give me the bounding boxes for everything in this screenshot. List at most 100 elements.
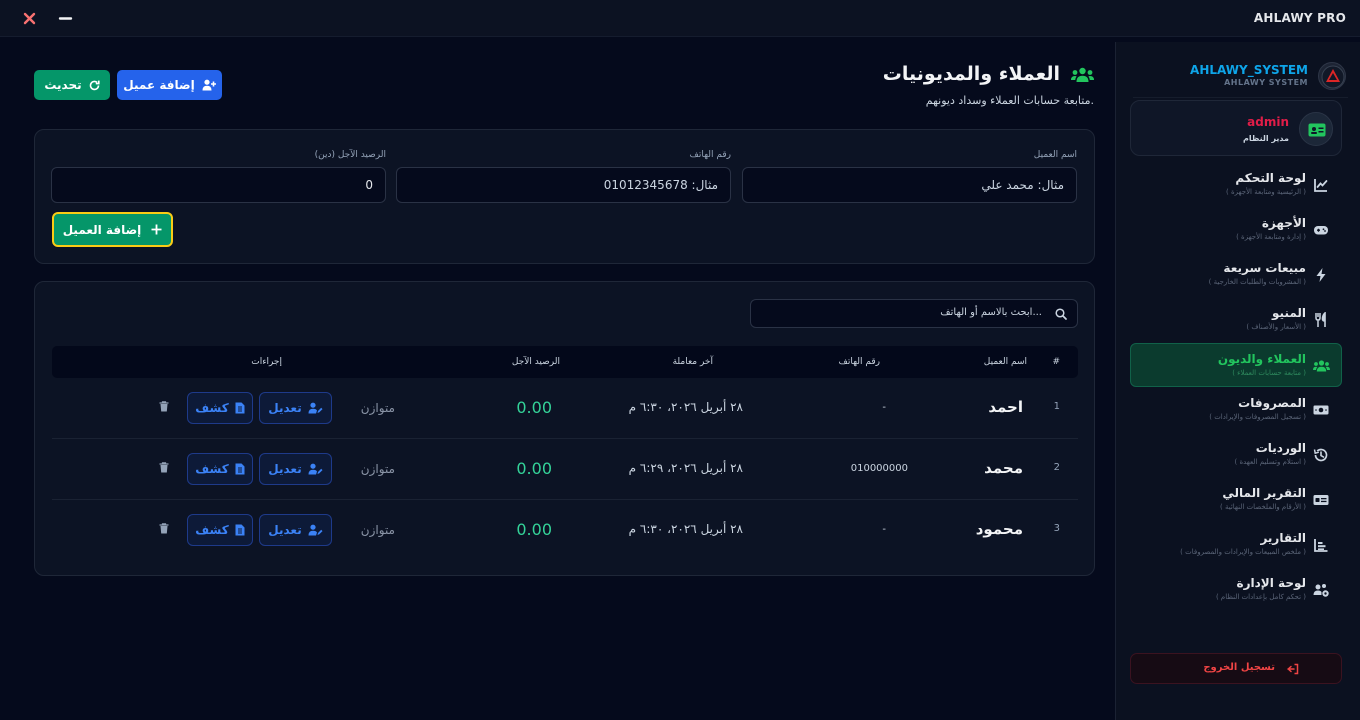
row-name: محمد (984, 459, 1023, 477)
refresh-button[interactable]: تحديث (34, 70, 110, 100)
col-phone: رقم الهاتف (838, 357, 880, 367)
table-row: 2 محمد 010000000 ٢٨ أبريل ٢٠٢٦، ٦:٢٩ م 0… (52, 439, 1078, 500)
minimize-icon[interactable] (58, 11, 73, 26)
divider (1133, 97, 1348, 98)
statement-label: كشف (195, 462, 229, 476)
trash-icon[interactable] (159, 462, 169, 473)
bar-chart-icon (1313, 537, 1329, 553)
invoice-icon (235, 463, 245, 475)
sidebar-item-sub: ( تحكم كامل بإعدادات النظام ) (1215, 593, 1306, 601)
sidebar-item-sub: ( استلام وتسليم العهدة ) (1234, 458, 1306, 466)
chart-line-icon (1313, 177, 1329, 193)
row-status: متوازن (360, 523, 395, 537)
sidebar-item-admin-panel[interactable]: لوحة الإدارة ( تحكم كامل بإعدادات النظام… (1130, 567, 1342, 611)
sidebar-item-financial-report[interactable]: التقرير المالي ( الأرقام والملخصات النها… (1130, 477, 1342, 521)
balance-input[interactable]: 0 (51, 167, 386, 203)
history-icon (1313, 447, 1329, 463)
add-client-form: اسم العميل مثال: محمد علي رقم الهاتف مثا… (34, 129, 1095, 264)
sidebar-item-reports[interactable]: التقارير ( ملخص المبيعات والإيرادات والم… (1130, 522, 1342, 566)
row-index: 3 (1053, 523, 1060, 534)
sidebar-item-sub: ( الأسعار والأصناف ) (1246, 323, 1306, 331)
brand-subtitle: AHLAWY SYSTEM (1224, 78, 1308, 87)
sidebar-item-sub: ( تسجيل المصروفات والإيرادات ) (1209, 413, 1306, 421)
phone-field-label: رقم الهاتف (689, 150, 731, 160)
search-placeholder: ابحث بالاسم أو الهاتف... (940, 307, 1042, 318)
col-last-transaction: آخر معاملة (672, 357, 713, 367)
search-icon (1055, 308, 1067, 320)
sidebar-item-sub: ( إدارة ومتابعة الأجهزة ) (1236, 233, 1306, 241)
edit-label: تعديل (268, 401, 302, 415)
sidebar-item-shifts[interactable]: الورديات ( استلام وتسليم العهدة ) (1130, 432, 1342, 476)
id-card-icon (1299, 112, 1333, 146)
submit-client-label: إضافة العميل (62, 222, 142, 237)
trash-icon[interactable] (159, 401, 169, 412)
sidebar-item-clients[interactable]: العملاء والديون ( متابعة حسابات العملاء … (1130, 343, 1342, 387)
search-input[interactable]: ابحث بالاسم أو الهاتف... (750, 299, 1078, 328)
sidebar: AHLAWY_SYSTEM AHLAWY SYSTEM admin مدير ا… (1115, 42, 1360, 720)
edit-button[interactable]: تعديل (259, 514, 332, 546)
edit-button[interactable]: تعديل (259, 392, 332, 424)
brand-name: AHLAWY_SYSTEM (1190, 63, 1308, 77)
table-header: # اسم العميل رقم الهاتف آخر معاملة الرصي… (52, 346, 1078, 378)
edit-label: تعديل (268, 523, 302, 537)
brand-logo-icon (1318, 62, 1346, 90)
sidebar-item-dashboard[interactable]: لوحة التحكم ( الرئيسية ومتابعة الأجهزة ) (1130, 162, 1342, 206)
money-icon (1313, 402, 1329, 418)
phone-input[interactable]: مثال: 01012345678 (396, 167, 731, 203)
edit-label: تعديل (268, 462, 302, 476)
row-phone: 010000000 (850, 463, 908, 474)
user-card: admin مدير النظام (1130, 100, 1342, 156)
plus-icon (151, 224, 162, 235)
balance-field-label: الرصيد الآجل (دين) (314, 150, 386, 160)
submit-client-button[interactable]: إضافة العميل (52, 212, 173, 247)
statement-label: كشف (195, 401, 229, 415)
page-title: العملاء والمديونيات (882, 63, 1060, 85)
logout-button[interactable]: تسجيل الخروج (1130, 653, 1342, 684)
utensils-icon (1313, 312, 1329, 328)
col-balance: الرصيد الآجل (511, 357, 560, 367)
statement-button[interactable]: كشف (187, 514, 253, 546)
edit-button[interactable]: تعديل (259, 453, 332, 485)
statement-label: كشف (195, 523, 229, 537)
add-client-button[interactable]: إضافة عميل (117, 70, 222, 100)
refresh-icon (89, 80, 100, 91)
statement-button[interactable]: كشف (187, 392, 253, 424)
sidebar-item-label: المصروفات (1238, 396, 1306, 410)
col-actions: إجراءات (251, 357, 282, 367)
users-icon (1313, 358, 1330, 374)
user-plus-icon (202, 79, 216, 91)
bolt-icon (1313, 267, 1329, 283)
row-date: ٢٨ أبريل ٢٠٢٦، ٦:٢٩ م (628, 461, 743, 475)
row-date: ٢٨ أبريل ٢٠٢٦، ٦:٣٠ م (628, 400, 743, 414)
trash-icon[interactable] (159, 523, 169, 534)
sidebar-item-label: التقرير المالي (1222, 486, 1306, 500)
sidebar-item-expenses[interactable]: المصروفات ( تسجيل المصروفات والإيرادات ) (1130, 387, 1342, 431)
user-edit-icon (308, 524, 323, 536)
col-index: # (1052, 357, 1060, 367)
row-status: متوازن (360, 462, 395, 476)
row-name: احمد (988, 398, 1023, 416)
users-gear-icon (1313, 582, 1329, 598)
sign-out-icon (1287, 663, 1299, 675)
add-client-label: إضافة عميل (123, 78, 195, 92)
name-input[interactable]: مثال: محمد علي (742, 167, 1077, 203)
close-icon[interactable] (22, 11, 37, 26)
logout-label: تسجيل الخروج (1203, 662, 1275, 673)
row-date: ٢٨ أبريل ٢٠٢٦، ٦:٣٠ م (628, 522, 743, 536)
sidebar-item-quick-sales[interactable]: مبيعات سريعة ( المشروبات والطلبات الخارج… (1130, 252, 1342, 296)
app-title: AHLAWY PRO (1253, 11, 1346, 25)
row-name: محمود (975, 520, 1023, 538)
gamepad-icon (1313, 222, 1329, 238)
invoice-icon (235, 402, 245, 414)
sidebar-item-label: لوحة الإدارة (1236, 576, 1306, 590)
sidebar-item-sub: ( الرئيسية ومتابعة الأجهزة ) (1226, 188, 1306, 196)
row-phone: - (882, 402, 886, 413)
statement-button[interactable]: كشف (187, 453, 253, 485)
sidebar-item-devices[interactable]: الأجهزة ( إدارة ومتابعة الأجهزة ) (1130, 207, 1342, 251)
row-status: متوازن (360, 401, 395, 415)
user-role: مدير النظام (1242, 134, 1289, 143)
user-edit-icon (308, 463, 323, 475)
sidebar-item-label: الورديات (1255, 441, 1306, 455)
title-bar: AHLAWY PRO (0, 0, 1360, 37)
sidebar-item-menu[interactable]: المنيو ( الأسعار والأصناف ) (1130, 297, 1342, 341)
